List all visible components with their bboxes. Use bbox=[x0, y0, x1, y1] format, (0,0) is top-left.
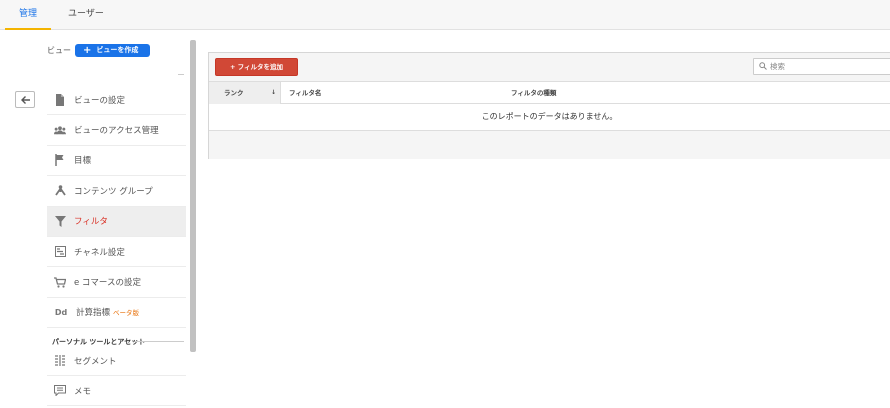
sidebar-item-label: ビューのアクセス管理 bbox=[74, 126, 159, 137]
search-icon bbox=[759, 62, 767, 70]
sidebar-item-filters[interactable]: フィルタ bbox=[47, 206, 186, 237]
filters-panel: + フィルタを追加 ランク ↓ フィルタ名 フィルタの種類 このレポートのデータは… bbox=[208, 52, 890, 159]
back-button[interactable] bbox=[15, 91, 35, 108]
create-view-label: ビューを作成 bbox=[96, 46, 139, 54]
tab-user[interactable]: ユーザー bbox=[68, 0, 104, 30]
sidebar-item-label: セグメント bbox=[74, 356, 117, 367]
column-header-label: ランク bbox=[224, 89, 244, 97]
segment-icon bbox=[54, 355, 66, 367]
sidebar-item-channel-settings[interactable]: チャネル設定 bbox=[47, 237, 186, 268]
document-icon bbox=[54, 93, 66, 106]
view-label: ビュー bbox=[47, 46, 71, 55]
dd-icon: Dd bbox=[54, 307, 68, 317]
create-view-button[interactable]: + ビューを作成 bbox=[75, 44, 150, 57]
sidebar-item-label: e コマースの設定 bbox=[74, 278, 142, 289]
divider bbox=[178, 74, 184, 75]
table-header: ランク ↓ フィルタ名 フィルタの種類 bbox=[209, 82, 890, 104]
sidebar-nav: ビューの設定 ビューのアクセス管理 目標 コンテンツ グループ フィルタ チャネ… bbox=[47, 85, 186, 329]
plus-icon: + bbox=[83, 45, 92, 56]
sidebar-item-ecommerce-settings[interactable]: e コマースの設定 bbox=[47, 267, 186, 298]
sidebar-item-label: コンテンツ グループ bbox=[74, 186, 153, 197]
search-box[interactable] bbox=[753, 58, 890, 75]
table-footer bbox=[209, 130, 890, 159]
sidebar-item-content-groups[interactable]: コンテンツ グループ bbox=[47, 176, 186, 207]
sidebar-item-view-settings[interactable]: ビューの設定 bbox=[47, 85, 186, 116]
sidebar-item-goals[interactable]: 目標 bbox=[47, 146, 186, 177]
top-tab-bar: 管理 ユーザー bbox=[0, 0, 890, 30]
content-group-icon bbox=[54, 185, 66, 197]
column-header-rank[interactable]: ランク ↓ bbox=[209, 82, 281, 104]
sidebar-item-label: 目標 bbox=[74, 156, 92, 167]
sidebar-item-label: ビューの設定 bbox=[74, 95, 126, 106]
sidebar-item-segments[interactable]: セグメント bbox=[47, 346, 186, 376]
people-icon bbox=[54, 124, 66, 136]
sort-down-icon: ↓ bbox=[270, 89, 276, 96]
flag-icon bbox=[54, 154, 66, 167]
sidebar-item-label: 計算指標 bbox=[76, 308, 111, 319]
filter-icon bbox=[54, 215, 66, 227]
sidebar-item-label: メモ bbox=[74, 386, 92, 397]
column-header-filter-type[interactable]: フィルタの種類 bbox=[511, 82, 556, 104]
memo-icon bbox=[54, 385, 66, 397]
search-input[interactable] bbox=[770, 62, 880, 71]
tab-admin[interactable]: 管理 bbox=[4, 0, 52, 30]
column-header-filter-name[interactable]: フィルタ名 bbox=[289, 82, 321, 104]
divider bbox=[136, 341, 184, 342]
sidebar-item-label: フィルタ bbox=[74, 217, 108, 228]
sidebar-item-calculated-metrics[interactable]: Dd 計算指標 ベータ版 bbox=[47, 298, 186, 329]
arrow-left-icon bbox=[20, 95, 30, 104]
cart-icon bbox=[54, 276, 66, 288]
beta-badge: ベータ版 bbox=[113, 309, 140, 318]
add-filter-button[interactable]: + フィルタを追加 bbox=[215, 58, 298, 76]
panel-toolbar: + フィルタを追加 bbox=[209, 53, 890, 82]
sidebar-scrollbar[interactable] bbox=[190, 40, 196, 352]
personal-tools-nav: セグメント メモ bbox=[47, 346, 186, 406]
sidebar-item-view-access[interactable]: ビューのアクセス管理 bbox=[47, 115, 186, 146]
channel-icon bbox=[54, 246, 66, 258]
sidebar-item-memos[interactable]: メモ bbox=[47, 376, 186, 406]
empty-message: このレポートのデータはありません。 bbox=[481, 112, 618, 121]
sidebar-item-label: チャネル設定 bbox=[74, 247, 125, 258]
